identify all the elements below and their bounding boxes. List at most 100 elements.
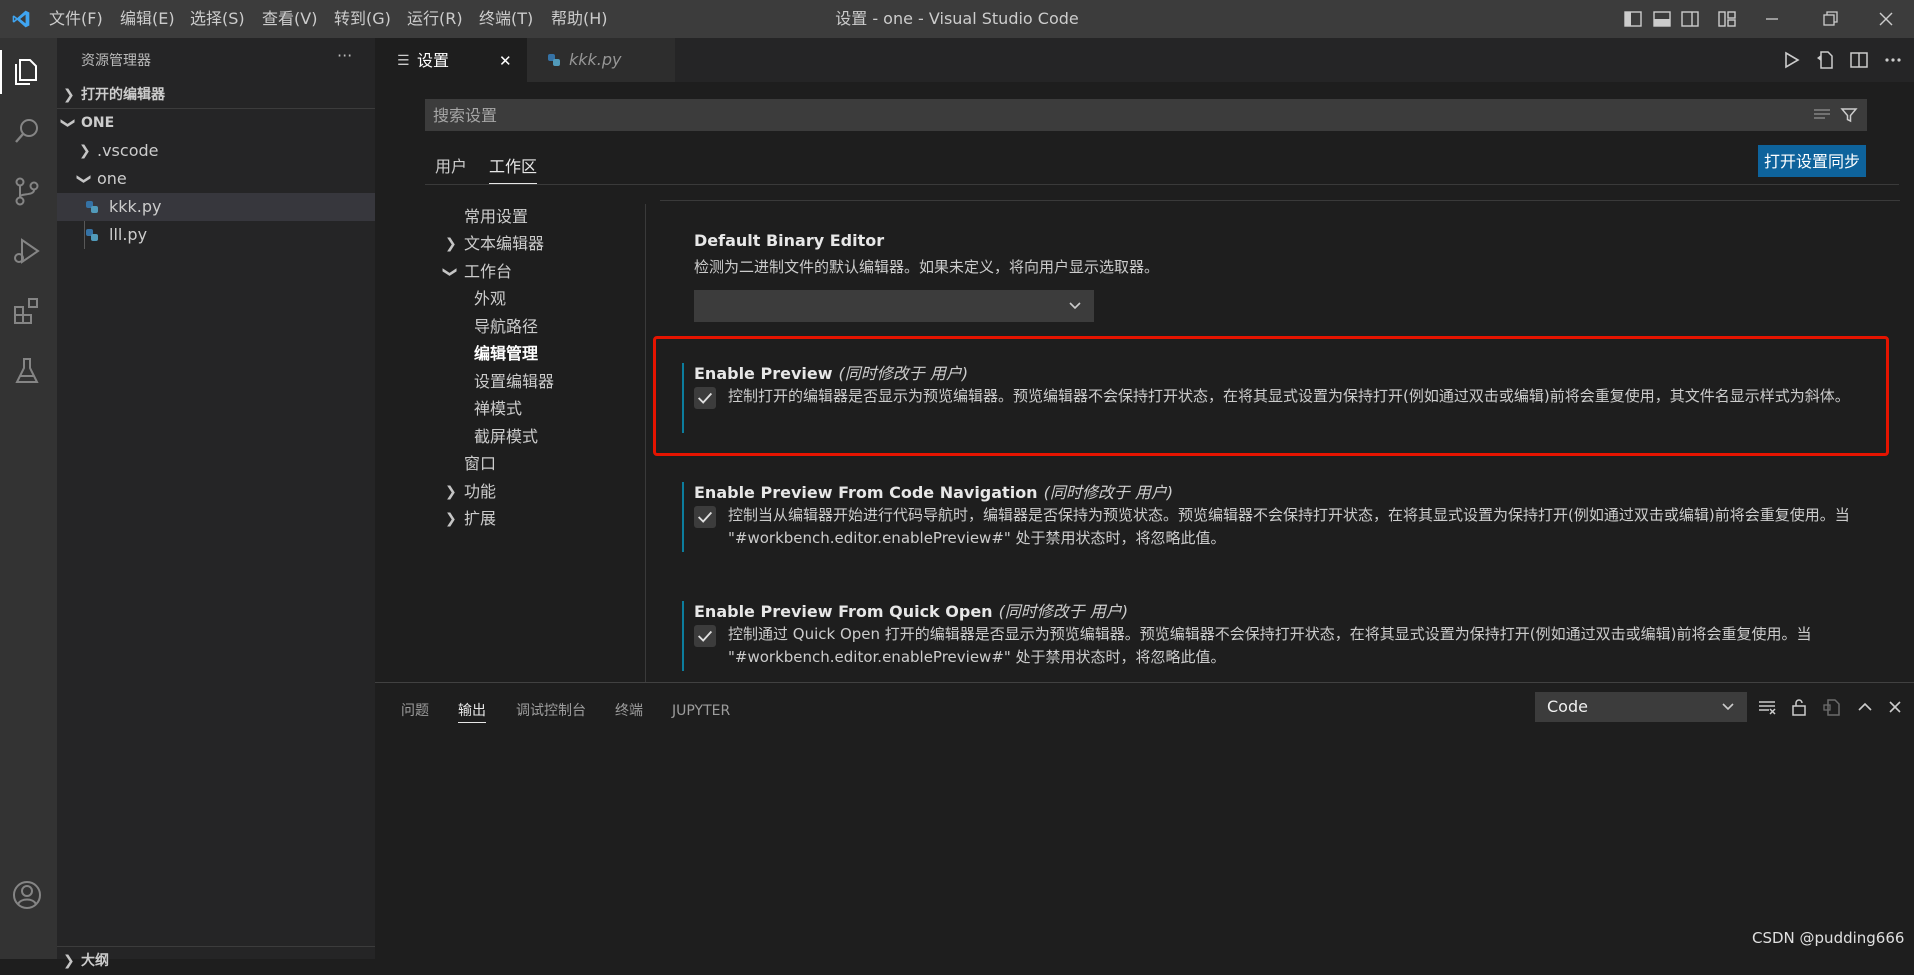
python-file-icon [86,201,98,213]
bottom-panel: 问题 输出 调试控制台 终端 JUPYTER Code [375,682,1914,959]
tab-workspace-scope[interactable]: 工作区 [489,150,538,184]
csdn-watermark: CSDN @pudding666 [1752,929,1905,947]
toggle-primary-sidebar-icon[interactable] [1623,9,1643,29]
open-editors-section[interactable]: ❯ 打开的编辑器 [57,80,375,108]
toc-breadcrumbs[interactable]: 导航路径 [425,313,645,341]
toc-workbench[interactable]: ❯ 工作台 [425,258,645,286]
setting-title-enable-preview-quick-open: Enable Preview From Quick Open (同时修改于 用户) [694,602,1129,621]
toggle-secondary-sidebar-icon[interactable] [1680,9,1700,29]
settings-list-top-border [660,200,1900,201]
panel-tab-terminal[interactable]: 终端 [615,699,643,723]
setting-title-default-binary-editor: Default Binary Editor [694,231,885,250]
source-control-icon[interactable] [10,174,44,208]
modified-indicator [682,363,684,433]
clear-filter-list-icon[interactable] [1813,107,1831,123]
chevron-right-icon: ❯ [445,484,457,500]
outline-section[interactable]: ❯ 大纲 [57,947,375,975]
clear-output-icon[interactable] [1757,697,1777,717]
split-editor-icon[interactable] [1848,49,1870,71]
enable-preview-checkbox[interactable] [694,387,716,409]
toc-zen-mode[interactable]: 禅模式 [425,395,645,423]
lock-scroll-icon[interactable] [1789,697,1809,717]
run-file-icon[interactable] [1780,49,1802,71]
toc-settings-editor[interactable]: 设置编辑器 [425,368,645,396]
modified-elsewhere-note: (同时修改于 用户) [838,364,969,383]
close-tab-icon[interactable]: ✕ [499,39,512,83]
restore-icon[interactable] [1820,9,1840,29]
chevron-right-icon: ❯ [63,87,75,103]
explorer-sidebar: 资源管理器 ··· ❯ 打开的编辑器 ❯ ONE ❯ .vscode ❯ one… [57,38,375,969]
menu-view[interactable]: 查看(V) [262,0,317,38]
tree-item-lll-py[interactable]: lll.py [57,221,375,249]
enable-preview-quick-open-checkbox[interactable] [694,625,716,647]
python-file-icon [548,54,560,66]
chevron-right-icon: ❯ [445,236,457,252]
title-bar: 文件(F) 编辑(E) 选择(S) 查看(V) 转到(G) 运行(R) 终端(T… [0,0,1914,38]
toc-text-editor[interactable]: ❯ 文本编辑器 [425,230,645,258]
menu-terminal[interactable]: 终端(T) [479,0,533,38]
explorer-icon[interactable] [10,54,44,88]
toc-extensions[interactable]: ❯ 扩展 [425,505,645,533]
output-channel-select[interactable]: Code [1535,692,1747,722]
toc-features[interactable]: ❯ 功能 [425,478,645,506]
tab-settings[interactable]: ☰ 设置 ✕ [375,38,527,82]
open-settings-json-icon[interactable] [1814,49,1836,71]
customize-layout-icon[interactable] [1717,9,1737,29]
tree-item-kkk-py[interactable]: kkk.py [57,193,375,221]
toc-screencast-mode[interactable]: 截屏模式 [425,423,645,451]
chevron-down-icon: ❯ [441,266,458,278]
toggle-panel-icon[interactable] [1652,9,1672,29]
settings-list-icon: ☰ [397,53,410,69]
setting-desc-enable-preview-code-navigation: 控制当从编辑器开始进行代码导航时，编辑器是否保持为预览状态。预览编辑器不会保持打… [728,506,1850,547]
python-file-icon [86,229,98,241]
accounts-icon[interactable] [10,878,44,912]
open-log-file-icon[interactable] [1822,697,1842,717]
filter-icon[interactable] [1840,106,1858,124]
chevron-down-icon: ❯ [59,117,76,129]
folder-section-one[interactable]: ❯ ONE [57,109,375,137]
activity-bar [0,38,57,959]
menu-edit[interactable]: 编辑(E) [120,0,175,38]
panel-tab-output[interactable]: 输出 [458,699,486,723]
settings-search-input[interactable] [425,99,1785,131]
menu-help[interactable]: 帮助(H) [551,0,608,38]
editor-tab-bar: ☰ 设置 ✕ kkk.py [375,38,1914,82]
setting-desc-default-binary-editor: 检测为二进制文件的默认编辑器。如果未定义，将向用户显示选取器。 [694,258,1160,276]
default-binary-editor-dropdown[interactable] [694,290,1094,322]
close-panel-icon[interactable] [1885,697,1905,717]
menu-run[interactable]: 运行(R) [407,0,463,38]
more-actions-icon[interactable]: ··· [337,46,352,65]
toc-editor-management[interactable]: 编辑管理 [425,340,645,368]
setting-title-enable-preview-code-navigation: Enable Preview From Code Navigation (同时修改… [694,483,1174,502]
toc-window[interactable]: 窗口 [425,450,645,478]
menu-file[interactable]: 文件(F) [49,0,103,38]
sidebar-title: 资源管理器 [81,53,151,69]
tab-user-scope[interactable]: 用户 [435,150,467,184]
tree-item-one[interactable]: ❯ one [57,165,375,193]
tab-kkk-py[interactable]: kkk.py [527,38,675,82]
active-indicator [0,50,2,94]
open-settings-sync-button[interactable]: 打开设置同步 [1758,145,1866,177]
menu-selection[interactable]: 选择(S) [190,0,245,38]
extensions-icon[interactable] [10,294,44,328]
toc-appearance[interactable]: 外观 [425,285,645,313]
modified-indicator [682,601,684,671]
vscode-logo-icon [12,10,30,28]
chevron-right-icon: ❯ [79,143,91,159]
minimize-icon[interactable] [1762,9,1782,29]
search-icon[interactable] [10,114,44,148]
enable-preview-code-navigation-checkbox[interactable] [694,506,716,528]
close-window-icon[interactable] [1876,9,1896,29]
toc-commonly-used[interactable]: 常用设置 [425,203,645,231]
panel-tab-problems[interactable]: 问题 [401,699,429,723]
maximize-panel-icon[interactable] [1855,697,1875,717]
panel-tab-jupyter[interactable]: JUPYTER [672,699,730,723]
tree-item-vscode[interactable]: ❯ .vscode [57,137,375,165]
modified-indicator [682,482,684,552]
panel-tab-debug-console[interactable]: 调试控制台 [516,699,586,723]
more-actions-icon[interactable] [1882,49,1904,71]
run-debug-icon[interactable] [10,234,44,268]
chevron-down-icon [1069,302,1081,310]
testing-flask-icon[interactable] [10,354,44,388]
menu-go[interactable]: 转到(G) [334,0,391,38]
